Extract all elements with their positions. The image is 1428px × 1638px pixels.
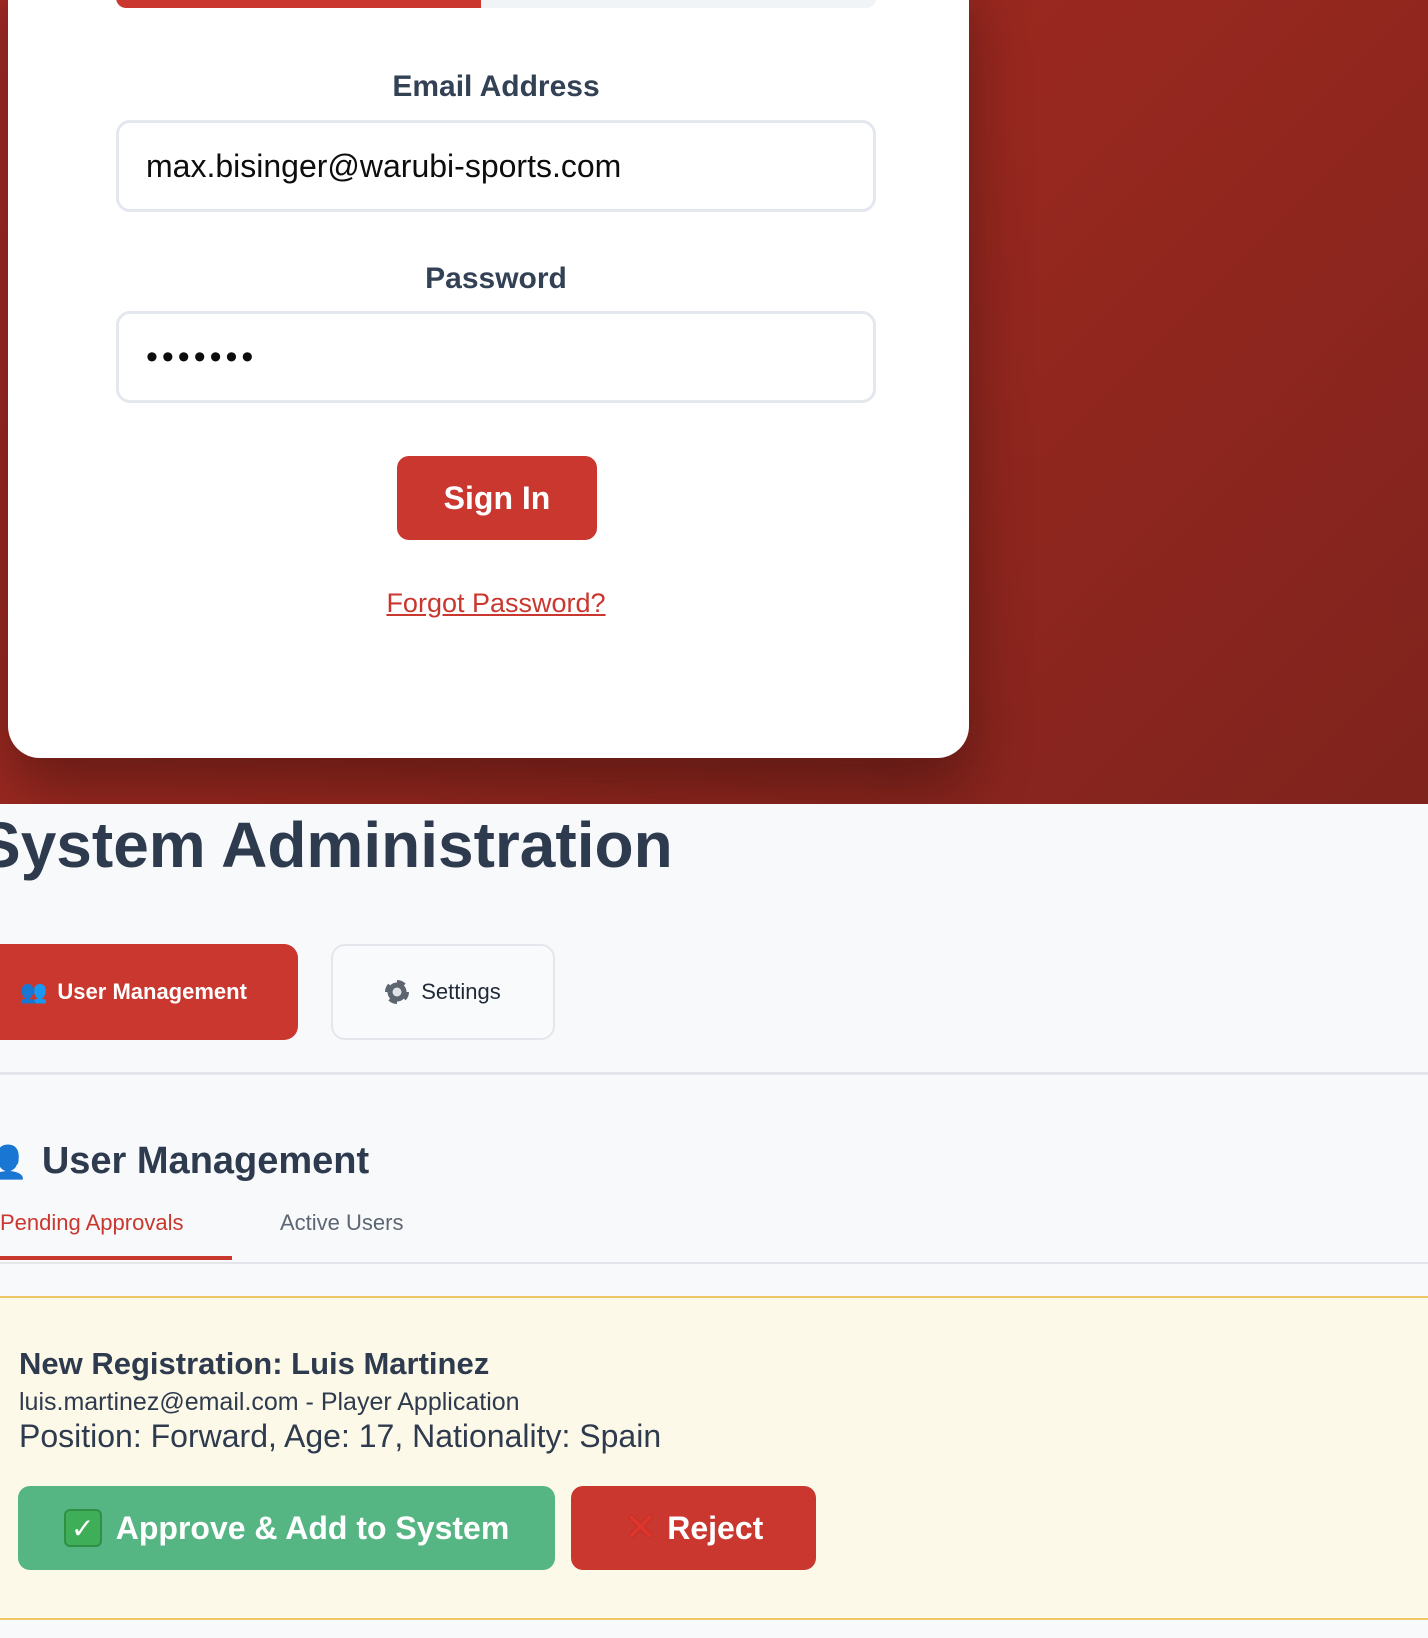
tab-settings-label: Settings bbox=[421, 979, 501, 1004]
section-title: 👤 User Management bbox=[0, 1140, 369, 1183]
approve-button-label: Approve & Add to System bbox=[115, 1509, 510, 1546]
user-icon: 👤 bbox=[0, 1144, 28, 1180]
subtab-divider bbox=[0, 1262, 1428, 1264]
subtab-pending-approvals[interactable]: Pending Approvals bbox=[0, 1210, 183, 1236]
forgot-password-link: Forgot Password? bbox=[116, 588, 876, 619]
email-field[interactable]: max.bisinger@warubi-sports.com bbox=[116, 120, 876, 212]
tab-user-management-label: User Management bbox=[57, 979, 247, 1004]
section-title-text: User Management bbox=[41, 1140, 370, 1182]
reject-button-label: Reject bbox=[667, 1509, 764, 1546]
gear-icon bbox=[385, 980, 410, 1004]
registration-title: New Registration: Luis Martinez bbox=[19, 1346, 490, 1381]
login-hero: Email Address max.bisinger@warubi-sports… bbox=[0, 0, 1428, 804]
approve-button[interactable]: ✓ Approve & Add to System bbox=[18, 1486, 555, 1570]
page-title: System Administration bbox=[0, 809, 673, 881]
registration-email: luis.martinez@email.com - Player Applica… bbox=[19, 1388, 520, 1416]
cross-icon: ✕ bbox=[623, 1506, 658, 1550]
login-card: Email Address max.bisinger@warubi-sports… bbox=[8, 0, 969, 758]
divider bbox=[0, 1072, 1428, 1075]
registration-details: Position: Forward, Age: 17, Nationality:… bbox=[19, 1418, 662, 1454]
login-progress-bar bbox=[116, 0, 876, 8]
password-label: Password bbox=[425, 262, 567, 295]
password-field[interactable]: ••••••• bbox=[116, 311, 876, 403]
forgot-password-text[interactable]: Forgot Password? bbox=[386, 588, 605, 618]
active-subtab-indicator bbox=[0, 1256, 232, 1260]
subtab-active-users[interactable]: Active Users bbox=[280, 1210, 403, 1236]
reject-button[interactable]: ✕ Reject bbox=[571, 1486, 816, 1570]
people-icon: 👥 bbox=[20, 979, 48, 1004]
sign-in-button[interactable]: Sign In bbox=[397, 456, 597, 540]
check-icon: ✓ bbox=[63, 1509, 102, 1547]
tab-settings[interactable]: Settings bbox=[331, 944, 555, 1040]
tab-user-management[interactable]: 👥 User Management bbox=[0, 944, 298, 1040]
login-progress-fill bbox=[116, 0, 481, 8]
pending-approval-card bbox=[0, 1296, 1428, 1620]
email-label: Email Address bbox=[392, 70, 600, 103]
